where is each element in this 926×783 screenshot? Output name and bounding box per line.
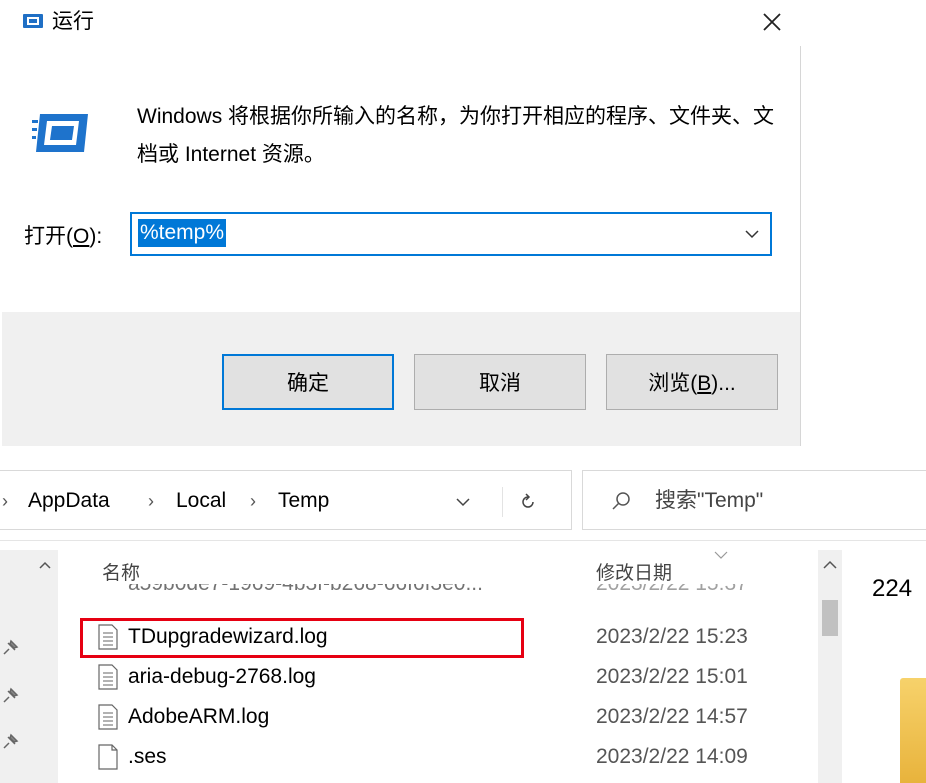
list-item[interactable]: aria-debug-2768.log 2023/2/22 15:01 <box>84 658 804 696</box>
button-area: 确定 取消 浏览(B)... <box>2 312 800 446</box>
navigation-pane <box>0 550 32 783</box>
list-item[interactable]: a59b0de7-1969-4b3f-b268-66f6f3e0... 2023… <box>84 584 804 604</box>
cancel-button[interactable]: 取消 <box>414 354 586 410</box>
nav-scrollbar[interactable] <box>32 550 58 783</box>
file-date: 2023/2/22 14:57 <box>596 705 748 728</box>
ok-button[interactable]: 确定 <box>222 354 394 410</box>
address-dropdown-icon[interactable] <box>454 493 472 511</box>
run-dialog: 运行 Windows 将根据你所输入的名称，为你打开相应的程序、文件夹、文档或 … <box>0 0 926 448</box>
close-button[interactable] <box>752 4 792 40</box>
file-list-scrollbar[interactable] <box>818 550 842 783</box>
content-area: Windows 将根据你所输入的名称，为你打开相应的程序、文件夹、文档或 Int… <box>2 46 800 312</box>
chevron-right-icon[interactable]: › <box>250 487 256 515</box>
highlight-annotation <box>80 618 524 658</box>
run-icon <box>22 12 44 30</box>
search-box[interactable]: 搜索"Temp" <box>582 470 926 530</box>
breadcrumb-local[interactable]: Local <box>176 487 226 515</box>
file-name: AdobeARM.log <box>128 705 270 728</box>
scroll-thumb[interactable] <box>822 600 838 636</box>
dialog-body: Windows 将根据你所输入的名称，为你打开相应的程序、文件夹、文档或 Int… <box>2 46 801 446</box>
sort-chevron-icon <box>714 551 728 559</box>
open-input[interactable]: %temp% <box>138 219 227 247</box>
pin-icon[interactable] <box>0 732 20 752</box>
dialog-description: Windows 将根据你所输入的名称，为你打开相应的程序、文件夹、文档或 Int… <box>137 105 775 166</box>
log-file-icon <box>98 664 118 690</box>
refresh-icon <box>522 493 534 508</box>
refresh-button[interactable] <box>502 487 553 517</box>
browse-button[interactable]: 浏览(B)... <box>606 354 778 410</box>
address-bar[interactable]: › AppData › Local › Temp <box>0 470 572 530</box>
scroll-up-icon[interactable] <box>38 560 52 570</box>
file-name: aria-debug-2768.log <box>128 665 316 688</box>
file-date: 2023/2/22 15:01 <box>596 665 748 688</box>
chevron-right-icon[interactable]: › <box>148 487 154 515</box>
chevron-right-icon: › <box>2 491 8 511</box>
file-explorer: › AppData › Local › Temp 搜索"Temp" 名称 修改日… <box>0 460 926 783</box>
open-label: 打开(O): <box>24 225 103 248</box>
folder-icon <box>900 678 926 783</box>
run-program-icon <box>32 106 92 158</box>
open-combobox[interactable]: %temp% <box>130 212 772 256</box>
blank-file-icon <box>98 744 118 770</box>
close-icon <box>763 13 781 31</box>
file-date: 2023/2/22 15:23 <box>596 625 748 648</box>
breadcrumb-appdata[interactable]: AppData <box>28 487 110 515</box>
dialog-title: 运行 <box>52 10 94 33</box>
pin-icon[interactable] <box>0 638 20 658</box>
file-name: .ses <box>128 745 167 768</box>
title-bar: 运行 <box>0 0 926 44</box>
scroll-up-icon[interactable] <box>822 560 838 570</box>
search-input[interactable]: 搜索"Temp" <box>655 487 763 515</box>
search-icon <box>611 491 631 511</box>
breadcrumb-temp[interactable]: Temp <box>278 487 329 515</box>
log-file-icon <box>98 704 118 730</box>
preview-number: 224 <box>872 575 913 602</box>
list-item[interactable]: .ses 2023/2/22 14:09 <box>84 738 804 776</box>
file-date: 2023/2/22 14:09 <box>596 745 748 768</box>
list-item[interactable]: AdobeARM.log 2023/2/22 14:57 <box>84 698 804 736</box>
divider <box>0 540 926 541</box>
chevron-down-icon[interactable] <box>744 226 760 242</box>
pin-icon[interactable] <box>0 686 20 706</box>
file-list: 名称 修改日期 a59b0de7-1969-4b3f-b268-66f6f3e0… <box>58 550 820 783</box>
